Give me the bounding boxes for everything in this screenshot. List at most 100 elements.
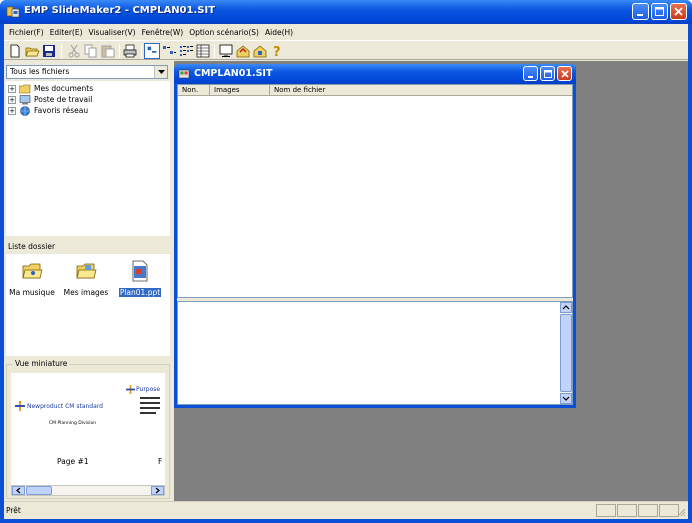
chevron-left-icon: [16, 487, 21, 494]
maximize-button[interactable]: [651, 3, 668, 20]
copy-icon[interactable]: [83, 43, 99, 59]
paste-icon[interactable]: [100, 43, 116, 59]
thumbnail-group: Vue miniature Newproduct CM standard CM …: [6, 359, 170, 499]
close-icon: [561, 70, 569, 78]
thumbnail-view: Newproduct CM standard CM Planning Divis…: [11, 373, 165, 485]
folder-item-plan01-ppt[interactable]: Plan01.ppt: [114, 260, 166, 297]
status-panel: [617, 504, 637, 517]
menu-bar: Fichier(F) Editer(E) Visualiser(V) Fenêt…: [4, 24, 688, 40]
chevron-right-icon: [155, 487, 160, 494]
svg-text:?: ?: [273, 45, 281, 59]
status-bar: Prêt: [4, 501, 688, 519]
menu-option-scenario[interactable]: Option scénario(S): [186, 28, 262, 37]
expand-icon[interactable]: +: [8, 84, 16, 93]
tree-item-favoris-reseau[interactable]: + Favoris réseau: [8, 105, 88, 116]
main-window: EMP SlideMaker2 - CMPLAN01.SIT Fichier(F…: [0, 0, 692, 523]
notes-text-area[interactable]: [177, 301, 573, 405]
left-pane: Tous les fichiers + Mes documents + Post…: [4, 61, 172, 501]
tree-item-label: Poste de travail: [34, 95, 93, 104]
network-icon: [20, 105, 30, 116]
folder-tree: + Mes documents + Poste de travail + Fav…: [6, 81, 170, 236]
slide-page-label: Page #1: [57, 457, 89, 466]
child-maximize-button[interactable]: [540, 66, 555, 81]
send-icon[interactable]: [235, 43, 251, 59]
minimize-icon: [528, 76, 533, 78]
thumbnail-horizontal-scrollbar[interactable]: [11, 485, 165, 496]
expand-icon[interactable]: +: [8, 106, 16, 115]
slide-bullet-line: [140, 402, 160, 404]
toolbar: ?: [4, 40, 688, 60]
app-icon: [6, 6, 20, 18]
help-icon[interactable]: ?: [269, 43, 285, 59]
minimize-button[interactable]: [632, 3, 649, 20]
scenario-list-view[interactable]: Non. Images Nom de fichier: [177, 84, 573, 298]
open-icon[interactable]: [24, 43, 40, 59]
large-icons-view-icon[interactable]: [144, 43, 160, 59]
dropdown-arrow[interactable]: [154, 66, 167, 78]
slide-title: Newproduct CM standard: [27, 403, 103, 410]
column-header-images[interactable]: Images: [210, 85, 270, 96]
new-icon[interactable]: [7, 43, 23, 59]
menu-aide[interactable]: Aide(H): [262, 28, 296, 37]
menu-editer[interactable]: Editer(E): [47, 28, 86, 37]
notes-vertical-scrollbar[interactable]: [560, 302, 572, 404]
scroll-down-button[interactable]: [560, 393, 572, 404]
folder-list-label: Liste dossier: [8, 242, 56, 251]
menu-fenetre[interactable]: Fenêtre(W): [139, 28, 187, 37]
folder-item-mes-images[interactable]: Mes images: [60, 260, 112, 297]
column-header-non[interactable]: Non.: [178, 85, 210, 96]
computer-icon: [19, 94, 31, 104]
cut-icon[interactable]: [66, 43, 82, 59]
scroll-left-button[interactable]: [12, 486, 25, 495]
music-folder-icon: [22, 263, 43, 279]
minimize-icon: [637, 14, 643, 16]
child-title-bar[interactable]: CMPLAN01.SIT: [174, 64, 576, 84]
column-header-nom-de-fichier[interactable]: Nom de fichier: [270, 85, 572, 96]
list-view-icon[interactable]: [178, 43, 194, 59]
menu-fichier[interactable]: Fichier(F): [6, 28, 47, 37]
child-close-button[interactable]: [557, 66, 572, 81]
small-icons-view-icon[interactable]: [161, 43, 177, 59]
details-view-icon[interactable]: [195, 43, 211, 59]
resize-grip-icon[interactable]: [676, 507, 686, 517]
chevron-down-icon: [158, 70, 165, 74]
folder-item-ma-musique[interactable]: Ma musique: [6, 260, 58, 297]
child-client-area: Non. Images Nom de fichier: [177, 84, 573, 405]
scroll-thumb[interactable]: [560, 314, 572, 392]
chevron-up-icon: [562, 305, 570, 310]
folder-icon: [19, 84, 31, 93]
close-button[interactable]: [670, 3, 687, 20]
print-icon[interactable]: [122, 43, 138, 59]
app-client-area: Fichier(F) Editer(E) Visualiser(V) Fenêt…: [4, 24, 688, 519]
slide-thumbnail-1[interactable]: Newproduct CM standard CM Planning Divis…: [11, 373, 123, 471]
scroll-right-button[interactable]: [151, 486, 164, 495]
window-title: EMP SlideMaker2 - CMPLAN01.SIT: [24, 5, 216, 16]
scenario-icon[interactable]: [252, 43, 268, 59]
dropdown-value: Tous les fichiers: [10, 67, 70, 76]
slide-logo-icon: [15, 401, 25, 411]
tree-item-mes-documents[interactable]: + Mes documents: [8, 83, 93, 94]
tree-item-label: Mes documents: [34, 84, 94, 93]
title-bar[interactable]: EMP SlideMaker2 - CMPLAN01.SIT: [0, 0, 692, 24]
menu-visualiser[interactable]: Visualiser(V): [86, 28, 139, 37]
expand-icon[interactable]: +: [8, 95, 16, 104]
slide-title: Purpose: [136, 386, 161, 393]
scroll-up-button[interactable]: [560, 302, 572, 313]
slide-bullet-line: [140, 412, 156, 414]
folder-item-label: Ma musique: [9, 288, 55, 297]
thumbnail-label: Vue miniature: [13, 359, 70, 368]
maximize-icon: [655, 7, 664, 16]
close-icon: [674, 7, 683, 16]
mdi-workspace: CMPLAN01.SIT Non. Images Nom de fichier: [174, 61, 688, 501]
tree-item-poste-de-travail[interactable]: + Poste de travail: [8, 94, 92, 105]
slide-thumbnail-2[interactable]: Purpose F: [126, 373, 165, 471]
save-icon[interactable]: [41, 43, 57, 59]
maximize-icon: [544, 70, 552, 78]
file-filter-dropdown[interactable]: Tous les fichiers: [6, 65, 168, 79]
slide-bullet-line: [140, 407, 160, 409]
monitor-icon[interactable]: [218, 43, 234, 59]
document-icon: [178, 69, 190, 79]
slide-page-label: F: [158, 457, 163, 466]
scroll-thumb[interactable]: [26, 486, 52, 495]
child-minimize-button[interactable]: [523, 66, 538, 81]
